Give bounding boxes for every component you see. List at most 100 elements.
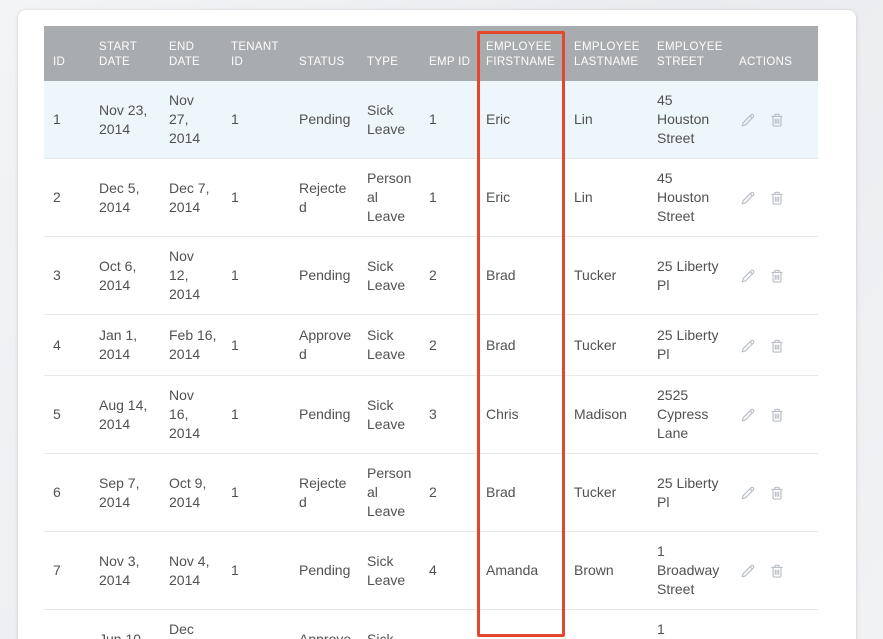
table-row[interactable]: 1Nov 23, 2014Nov 27, 20141PendingSick Le… [44,81,818,159]
cell-end-date: Nov 4, 2014 [160,532,222,610]
cell-type: Sick Leave [358,376,420,454]
trash-icon [768,412,786,427]
cell-emp-id: 1 [420,159,477,237]
cell-id: 5 [44,376,90,454]
cell-actions [730,532,818,610]
cell-actions [730,237,818,315]
cell-start-date: Sep 7, 2014 [90,454,160,532]
cell-id: 6 [44,454,90,532]
delete-button[interactable] [768,111,786,129]
cell-end-date: Oct 9, 2014 [160,454,222,532]
table-row[interactable]: 6Sep 7, 2014Oct 9, 20141RejectedPersonal… [44,454,818,532]
table-body: 1Nov 23, 2014Nov 27, 20141PendingSick Le… [44,81,818,639]
column-header-employee-lastname[interactable]: EMPLOYEE LASTNAME [565,26,648,81]
table-row[interactable]: 5Aug 14, 2014Nov 16, 20141PendingSick Le… [44,376,818,454]
column-header-tenant-id[interactable]: TENANT ID [222,26,290,81]
trash-icon [768,490,786,505]
pencil-icon [739,490,757,505]
cell-employee-lastname: Madison [565,376,648,454]
delete-button[interactable] [768,484,786,502]
pencil-icon [739,568,757,583]
cell-tenant-id: 1 [222,159,290,237]
cell-tenant-id: 1 [222,315,290,376]
column-header-emp-id[interactable]: EMP ID [420,26,477,81]
cell-employee-firstname: Eric [477,81,565,159]
table-header: ID START DATE END DATE TENANT ID STATUS … [44,26,818,81]
table-row[interactable]: 3Oct 6, 2014Nov 12, 20141PendingSick Lea… [44,237,818,315]
trash-icon [768,117,786,132]
table-row[interactable]: 4Jan 1, 2014Feb 16, 20141ApprovedSick Le… [44,315,818,376]
delete-button[interactable] [768,337,786,355]
cell-status: Approved [290,315,358,376]
trash-icon [768,195,786,210]
cell-tenant-id: 1 [222,237,290,315]
pencil-icon [739,195,757,210]
cell-employee-street: 1 Broadway Street [648,532,730,610]
cell-end-date: Nov 27, 2014 [160,81,222,159]
column-header-id[interactable]: ID [44,26,90,81]
table-row[interactable]: 8Jun 10, 2014Dec 25, 20141ApprovedSick L… [44,610,818,639]
cell-emp-id: 1 [420,81,477,159]
cell-type: Personal Leave [358,454,420,532]
pencil-icon [739,412,757,427]
cell-tenant-id: 1 [222,532,290,610]
cell-actions [730,159,818,237]
column-header-status[interactable]: STATUS [290,26,358,81]
edit-button[interactable] [739,267,757,285]
cell-id: 3 [44,237,90,315]
cell-emp-id: 4 [420,610,477,639]
cell-id: 2 [44,159,90,237]
column-header-employee-street[interactable]: EMPLOYEE STREET [648,26,730,81]
cell-emp-id: 4 [420,532,477,610]
cell-end-date: Nov 16, 2014 [160,376,222,454]
cell-start-date: Dec 5, 2014 [90,159,160,237]
cell-status: Rejected [290,454,358,532]
cell-employee-street: 25 Liberty Pl [648,315,730,376]
column-header-start-date[interactable]: START DATE [90,26,160,81]
cell-status: Pending [290,237,358,315]
cell-status: Pending [290,81,358,159]
cell-employee-street: 45 Houston Street [648,81,730,159]
column-header-end-date[interactable]: END DATE [160,26,222,81]
edit-button[interactable] [739,562,757,580]
cell-emp-id: 2 [420,315,477,376]
trash-icon [768,273,786,288]
table-row[interactable]: 7Nov 3, 2014Nov 4, 20141PendingSick Leav… [44,532,818,610]
cell-actions [730,81,818,159]
edit-button[interactable] [739,484,757,502]
trash-icon [768,568,786,583]
cell-emp-id: 3 [420,376,477,454]
cell-employee-lastname: Brown [565,610,648,639]
cell-employee-street: 2525 Cypress Lane [648,376,730,454]
column-header-type[interactable]: TYPE [358,26,420,81]
delete-button[interactable] [768,189,786,207]
cell-tenant-id: 1 [222,81,290,159]
edit-button[interactable] [739,406,757,424]
cell-employee-lastname: Tucker [565,237,648,315]
cell-emp-id: 2 [420,454,477,532]
delete-button[interactable] [768,562,786,580]
cell-employee-lastname: Lin [565,81,648,159]
cell-tenant-id: 1 [222,454,290,532]
table-row[interactable]: 2Dec 5, 2014Dec 7, 20141RejectedPersonal… [44,159,818,237]
column-header-employee-firstname[interactable]: EMPLOYEE FIRSTNAME [477,26,565,81]
cell-actions [730,315,818,376]
cell-actions [730,610,818,639]
cell-employee-firstname: Brad [477,454,565,532]
edit-button[interactable] [739,111,757,129]
cell-id: 7 [44,532,90,610]
cell-end-date: Dec 25, 2014 [160,610,222,639]
cell-actions [730,454,818,532]
cell-type: Sick Leave [358,315,420,376]
cell-start-date: Nov 23, 2014 [90,81,160,159]
cell-employee-firstname: Amanda [477,532,565,610]
edit-button[interactable] [739,189,757,207]
cell-start-date: Jun 10, 2014 [90,610,160,639]
delete-button[interactable] [768,267,786,285]
cell-status: Pending [290,376,358,454]
cell-start-date: Oct 6, 2014 [90,237,160,315]
edit-button[interactable] [739,337,757,355]
delete-button[interactable] [768,406,786,424]
pencil-icon [739,343,757,358]
cell-type: Sick Leave [358,237,420,315]
